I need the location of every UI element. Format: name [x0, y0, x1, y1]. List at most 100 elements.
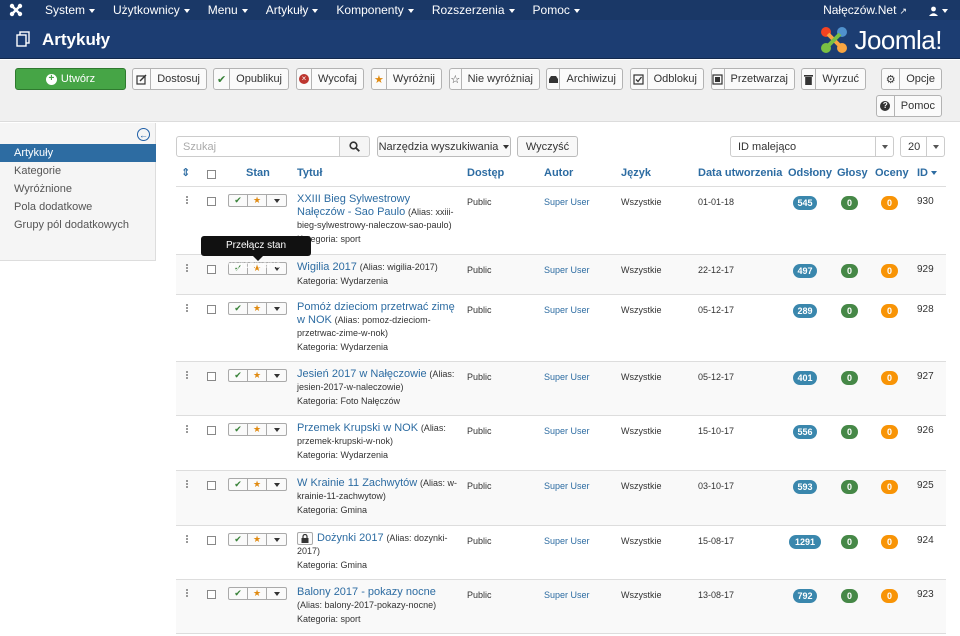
options-button[interactable]: ⚙ Opcje [881, 68, 942, 90]
actions-dropdown-icon[interactable] [267, 588, 286, 599]
published-check-icon[interactable]: ✔ [229, 303, 248, 314]
drag-handle-icon[interactable] [186, 196, 189, 205]
select-all-checkbox[interactable] [207, 170, 216, 179]
limit-select[interactable]: 20 [900, 136, 945, 157]
drag-handle-icon[interactable] [186, 589, 189, 598]
featured-star-icon[interactable]: ★ [248, 479, 267, 490]
sidebar-item-featured[interactable]: Wyróżnione [0, 180, 156, 198]
article-title-link[interactable]: XXIII Bieg Sylwestrowy Nałęczów - Sao Pa… [297, 193, 410, 218]
published-check-icon[interactable]: ✔ [229, 370, 248, 381]
column-status[interactable]: Stan [246, 160, 270, 187]
featured-star-icon[interactable]: ★ [248, 303, 267, 314]
article-title-link[interactable]: W Krainie 11 Zachwytów [297, 477, 417, 489]
row-checkbox[interactable] [207, 305, 216, 314]
drag-handle-icon[interactable] [186, 371, 189, 380]
column-title[interactable]: Tytuł [297, 160, 322, 187]
status-button-group: ✔★ [228, 587, 287, 600]
archive-button[interactable]: Archiwizuj [546, 68, 623, 90]
site-link[interactable]: Nałęczów.Net ↗ [823, 0, 907, 21]
featured-star-icon[interactable]: ★ [248, 588, 267, 599]
feature-button[interactable]: ★ Wyróżnij [371, 68, 442, 90]
user-menu[interactable] [929, 0, 948, 20]
author-link[interactable]: Super User [544, 590, 590, 600]
author-link[interactable]: Super User [544, 372, 590, 382]
actions-dropdown-icon[interactable] [267, 534, 286, 545]
lock-icon[interactable] [297, 532, 313, 545]
actions-dropdown-icon[interactable] [267, 195, 286, 206]
menu-extensions[interactable]: Rozszerzenia [423, 0, 524, 20]
help-button[interactable]: ? Pomoc [876, 95, 942, 117]
search-tools-button[interactable]: Narzędzia wyszukiwania [377, 136, 511, 157]
row-checkbox[interactable] [207, 197, 216, 206]
published-check-icon[interactable]: ✔ [229, 195, 248, 206]
drag-handle-icon[interactable] [186, 264, 189, 273]
author-link[interactable]: Super User [544, 265, 590, 275]
column-hits[interactable]: Odsłony [788, 160, 832, 187]
ordering-select[interactable]: ID malejąco [730, 136, 894, 157]
joomla-logo-icon[interactable] [8, 2, 24, 18]
column-ratings[interactable]: Oceny [875, 160, 909, 187]
column-votes[interactable]: Głosy [837, 160, 868, 187]
unfeature-button[interactable]: ☆ Nie wyróżniaj [449, 68, 540, 90]
featured-star-icon[interactable]: ★ [248, 424, 267, 435]
author-link[interactable]: Super User [544, 305, 590, 315]
menu-system[interactable]: System [36, 0, 104, 20]
row-checkbox[interactable] [207, 481, 216, 490]
row-checkbox[interactable] [207, 426, 216, 435]
author-link[interactable]: Super User [544, 197, 590, 207]
article-title-link[interactable]: Przemek Krupski w NOK [297, 422, 418, 434]
menu-help[interactable]: Pomoc [524, 0, 589, 20]
featured-star-icon[interactable]: ★ [248, 195, 267, 206]
drag-handle-icon[interactable] [186, 480, 189, 489]
published-check-icon[interactable]: ✔ [229, 588, 248, 599]
row-checkbox[interactable] [207, 265, 216, 274]
column-author[interactable]: Autor [544, 160, 573, 187]
actions-dropdown-icon[interactable] [267, 479, 286, 490]
published-check-icon[interactable]: ✔ [229, 534, 248, 545]
row-checkbox[interactable] [207, 536, 216, 545]
published-check-icon[interactable]: ✔ [229, 424, 248, 435]
clear-button[interactable]: Wyczyść [517, 136, 578, 157]
search-input[interactable] [176, 136, 340, 157]
article-title-link[interactable]: Jesień 2017 w Nałęczowie [297, 368, 427, 380]
author-link[interactable]: Super User [544, 426, 590, 436]
actions-dropdown-icon[interactable] [267, 424, 286, 435]
column-created[interactable]: Data utworzenia [698, 160, 782, 187]
column-language[interactable]: Język [621, 160, 651, 187]
featured-star-icon[interactable]: ★ [248, 370, 267, 381]
sidebar-item-categories[interactable]: Kategorie [0, 162, 156, 180]
menu-content[interactable]: Artykuły [257, 0, 328, 20]
menu-menus[interactable]: Menu [199, 0, 257, 20]
drag-handle-icon[interactable] [186, 304, 189, 313]
row-checkbox[interactable] [207, 590, 216, 599]
drag-handle-icon[interactable] [186, 425, 189, 434]
author-link[interactable]: Super User [544, 536, 590, 546]
create-button[interactable]: + Utwórz [15, 68, 126, 90]
actions-dropdown-icon[interactable] [267, 303, 286, 314]
featured-star-icon[interactable]: ★ [248, 534, 267, 545]
published-check-icon[interactable]: ✔ [229, 479, 248, 490]
row-checkbox[interactable] [207, 372, 216, 381]
sidebar-item-articles[interactable]: Artykuły [0, 144, 156, 162]
menu-components[interactable]: Komponenty [327, 0, 422, 20]
drag-handle-icon[interactable] [186, 535, 189, 544]
edit-button[interactable]: Dostosuj [132, 68, 207, 90]
column-access[interactable]: Dostęp [467, 160, 504, 187]
search-button[interactable] [339, 136, 370, 157]
sidebar-item-fields[interactable]: Pola dodatkowe [0, 198, 156, 216]
article-title-link[interactable]: Balony 2017 - pokazy nocne [297, 586, 436, 598]
menu-users[interactable]: Użytkownicy [104, 0, 199, 20]
publish-button[interactable]: ✔ Opublikuj [213, 68, 289, 90]
article-title-link[interactable]: Wigilia 2017 [297, 261, 357, 273]
author-link[interactable]: Super User [544, 481, 590, 491]
actions-dropdown-icon[interactable] [267, 370, 286, 381]
batch-button[interactable]: Przetwarzaj [711, 68, 795, 90]
sidebar-item-field-groups[interactable]: Grupy pól dodatkowych [0, 216, 156, 234]
sidebar-toggle-icon[interactable]: ← [137, 128, 150, 141]
column-id[interactable]: ID [917, 160, 937, 187]
checkin-button[interactable]: Odblokuj [630, 68, 704, 90]
ordering-sort-icon[interactable]: ⇕ [181, 160, 190, 187]
trash-button[interactable]: Wyrzuć [801, 68, 866, 90]
article-title-link[interactable]: Dożynki 2017 [317, 532, 384, 544]
unpublish-button[interactable]: × Wycofaj [296, 68, 364, 90]
